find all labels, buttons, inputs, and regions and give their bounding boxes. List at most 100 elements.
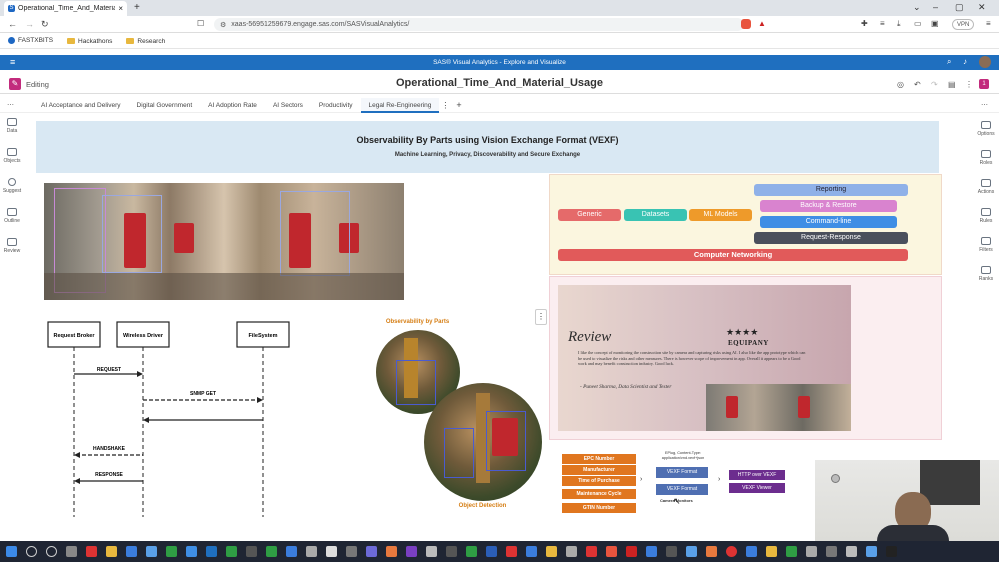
task-view-icon[interactable] <box>66 546 77 557</box>
app-icon[interactable] <box>286 546 297 557</box>
sidebar-item-data[interactable]: Data <box>7 118 17 134</box>
sidebar-item-actions[interactable]: Actions <box>978 179 994 195</box>
app-icon[interactable] <box>846 546 857 557</box>
page-tab-menu-icon[interactable]: ⋮ <box>441 101 449 110</box>
tab-ai-sectors[interactable]: AI Sectors <box>265 98 311 113</box>
app-icon[interactable] <box>386 546 397 557</box>
playlist-icon[interactable]: ≡ <box>880 19 885 28</box>
review-card[interactable]: Review ★★★★ EQUIPANY I like the concept … <box>558 285 851 431</box>
word-icon[interactable] <box>486 546 497 557</box>
app-icon[interactable] <box>406 546 417 557</box>
tab-ai-adoption-rate[interactable]: AI Adoption Rate <box>200 98 265 113</box>
app-icon[interactable] <box>246 546 257 557</box>
minimize-icon[interactable]: – <box>933 2 938 12</box>
app-icon[interactable] <box>826 546 837 557</box>
more-options-icon[interactable]: ⋮ <box>965 80 973 89</box>
sidebar-item-ranks[interactable]: Ranks <box>979 266 993 282</box>
discord-icon[interactable] <box>366 546 377 557</box>
object-menu-icon[interactable]: ⋮ <box>535 309 547 325</box>
app-icon[interactable] <box>346 546 357 557</box>
app-icon[interactable] <box>686 546 697 557</box>
app-icon[interactable] <box>806 546 817 557</box>
new-tab-button[interactable]: + <box>134 2 140 13</box>
app-icon[interactable] <box>866 546 877 557</box>
sidebar-item-suggest[interactable]: Suggest <box>3 178 21 194</box>
search-icon[interactable]: ⌕ <box>947 57 951 67</box>
tab-legal-re-engineering[interactable]: Legal Re-Engineering <box>360 97 440 113</box>
bookmark-hackathons[interactable]: Hackathons <box>67 38 112 45</box>
vpn-button[interactable]: VPN <box>952 19 975 30</box>
page-overflow-icon[interactable]: ⋯ <box>7 101 14 109</box>
wallet-icon[interactable]: ▣ <box>931 19 939 28</box>
user-avatar[interactable] <box>979 56 991 68</box>
notification-icon[interactable]: ♪ <box>963 57 967 66</box>
app-icon[interactable] <box>146 546 157 557</box>
vscode-icon[interactable] <box>206 546 217 557</box>
sidebar-item-review[interactable]: Review <box>4 238 20 254</box>
download-icon[interactable]: ⤓ <box>897 19 901 29</box>
app-icon[interactable] <box>506 546 517 557</box>
search-icon[interactable] <box>26 546 37 557</box>
browser-tab[interactable]: S Operational_Time_And_Material_ × <box>4 1 127 16</box>
app-icon[interactable] <box>526 546 537 557</box>
sidebar-item-filters[interactable]: Filters <box>979 237 993 253</box>
extensions-icon[interactable]: ✚ <box>861 19 868 28</box>
opera-icon[interactable] <box>86 546 97 557</box>
app-icon[interactable] <box>886 546 897 557</box>
back-icon[interactable]: ← <box>8 19 17 29</box>
tab-digital-government[interactable]: Digital Government <box>129 98 201 113</box>
forward-icon[interactable]: → <box>25 19 34 29</box>
settings-icon[interactable] <box>306 546 317 557</box>
save-icon[interactable]: ▤ <box>948 80 956 89</box>
url-bar[interactable]: ⚙ xaas-56951259679.engage.sas.com/SASVis… <box>214 18 744 31</box>
close-window-icon[interactable]: ✕ <box>978 2 986 13</box>
chrome-icon[interactable] <box>726 546 737 557</box>
app-menu-icon[interactable]: ≡ <box>10 57 15 67</box>
tab-productivity[interactable]: Productivity <box>311 98 361 113</box>
app-icon[interactable] <box>706 546 717 557</box>
app-icon[interactable] <box>786 546 797 557</box>
app-icon[interactable] <box>746 546 757 557</box>
app-icon[interactable] <box>766 546 777 557</box>
sidebar-item-outline[interactable]: Outline <box>4 208 20 224</box>
reload-icon[interactable]: ↻ <box>41 19 49 30</box>
sidebar-item-rules[interactable]: Rules <box>980 208 992 224</box>
app-icon[interactable] <box>586 546 597 557</box>
tab-search-icon[interactable]: ⌄ <box>913 2 921 13</box>
bookmark-research[interactable]: Research <box>126 38 165 45</box>
right-overflow-icon[interactable]: ⋯ <box>981 101 988 109</box>
construction-photo-strip[interactable] <box>44 183 404 300</box>
app-icon[interactable] <box>546 546 557 557</box>
site-info-icon[interactable]: ⚙ <box>220 21 226 29</box>
edge-icon[interactable] <box>186 546 197 557</box>
file-explorer-icon[interactable] <box>106 546 117 557</box>
excel-icon[interactable] <box>466 546 477 557</box>
start-icon[interactable] <box>6 546 17 557</box>
app-icon[interactable] <box>326 546 337 557</box>
brave-shield-icon[interactable] <box>741 19 751 29</box>
app-icon[interactable] <box>566 546 577 557</box>
object-detection-circle-image[interactable] <box>424 383 542 501</box>
maximize-icon[interactable]: ▢ <box>955 2 964 13</box>
sidebar-item-roles[interactable]: Roles <box>980 150 992 166</box>
app-icon[interactable] <box>666 546 677 557</box>
terminal-icon[interactable] <box>446 546 457 557</box>
app-icon[interactable] <box>426 546 437 557</box>
browser-menu-icon[interactable]: ≡ <box>986 19 991 28</box>
sidebar-item-objects[interactable]: Objects <box>4 148 20 164</box>
app-icon[interactable] <box>266 546 277 557</box>
add-page-icon[interactable]: + <box>456 100 461 110</box>
sidebar-item-options[interactable]: Options <box>977 121 995 137</box>
undo-icon[interactable]: ↶ <box>914 80 921 89</box>
cortana-icon[interactable] <box>46 546 57 557</box>
redo-icon[interactable]: ↷ <box>931 80 938 89</box>
app-icon[interactable] <box>226 546 237 557</box>
tab-ai-acceptance[interactable]: AI Acceptance and Delivery <box>33 98 129 113</box>
app-icon[interactable] <box>126 546 137 557</box>
rewards-icon[interactable]: ▲ <box>758 19 766 28</box>
tab-close-icon[interactable]: × <box>118 4 123 13</box>
bookmark-icon[interactable]: ☐ <box>197 19 204 28</box>
fit-icon[interactable]: ◎ <box>897 80 904 89</box>
app-icon[interactable] <box>166 546 177 557</box>
app-icon[interactable] <box>646 546 657 557</box>
